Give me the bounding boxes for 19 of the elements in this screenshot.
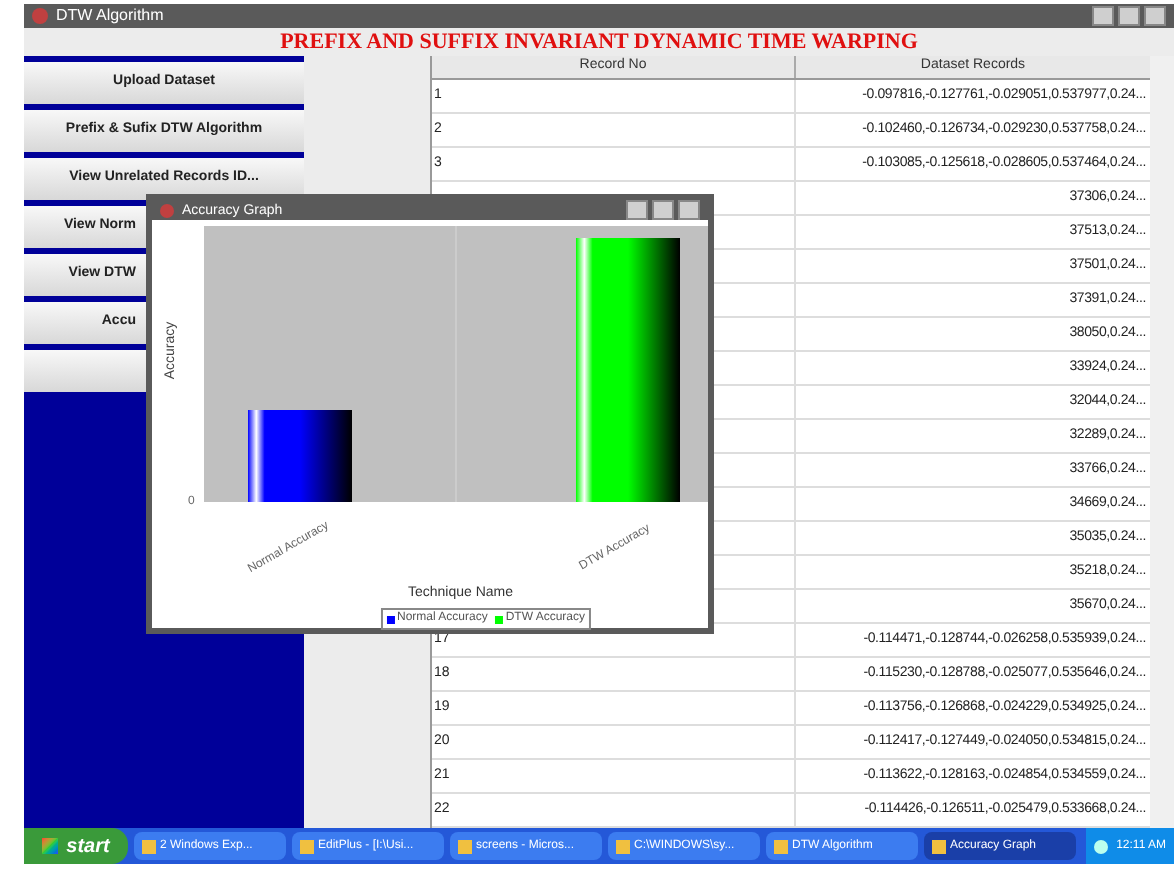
tray-icon (1094, 839, 1109, 853)
window-icon (932, 839, 946, 853)
windows-logo-icon (42, 838, 59, 854)
app-heading: PREFIX AND SUFFIX INVARIANT DYNAMIC TIME WARPING (280, 31, 918, 53)
close-button[interactable] (678, 200, 700, 220)
window-icon (142, 839, 156, 853)
start-button[interactable]: start (24, 828, 128, 864)
maximize-button[interactable] (652, 200, 674, 220)
window-icon (458, 839, 472, 853)
window-icon (774, 839, 788, 853)
window-icon (300, 839, 314, 853)
close-button[interactable] (1144, 6, 1166, 26)
window-title: DTW Algorithm (56, 4, 164, 28)
maximize-button[interactable] (1118, 6, 1140, 26)
window-icon (616, 839, 630, 853)
app-icon (160, 203, 174, 217)
minimize-button[interactable] (626, 200, 648, 220)
minimize-button[interactable] (1092, 6, 1114, 26)
app-icon (32, 8, 48, 24)
